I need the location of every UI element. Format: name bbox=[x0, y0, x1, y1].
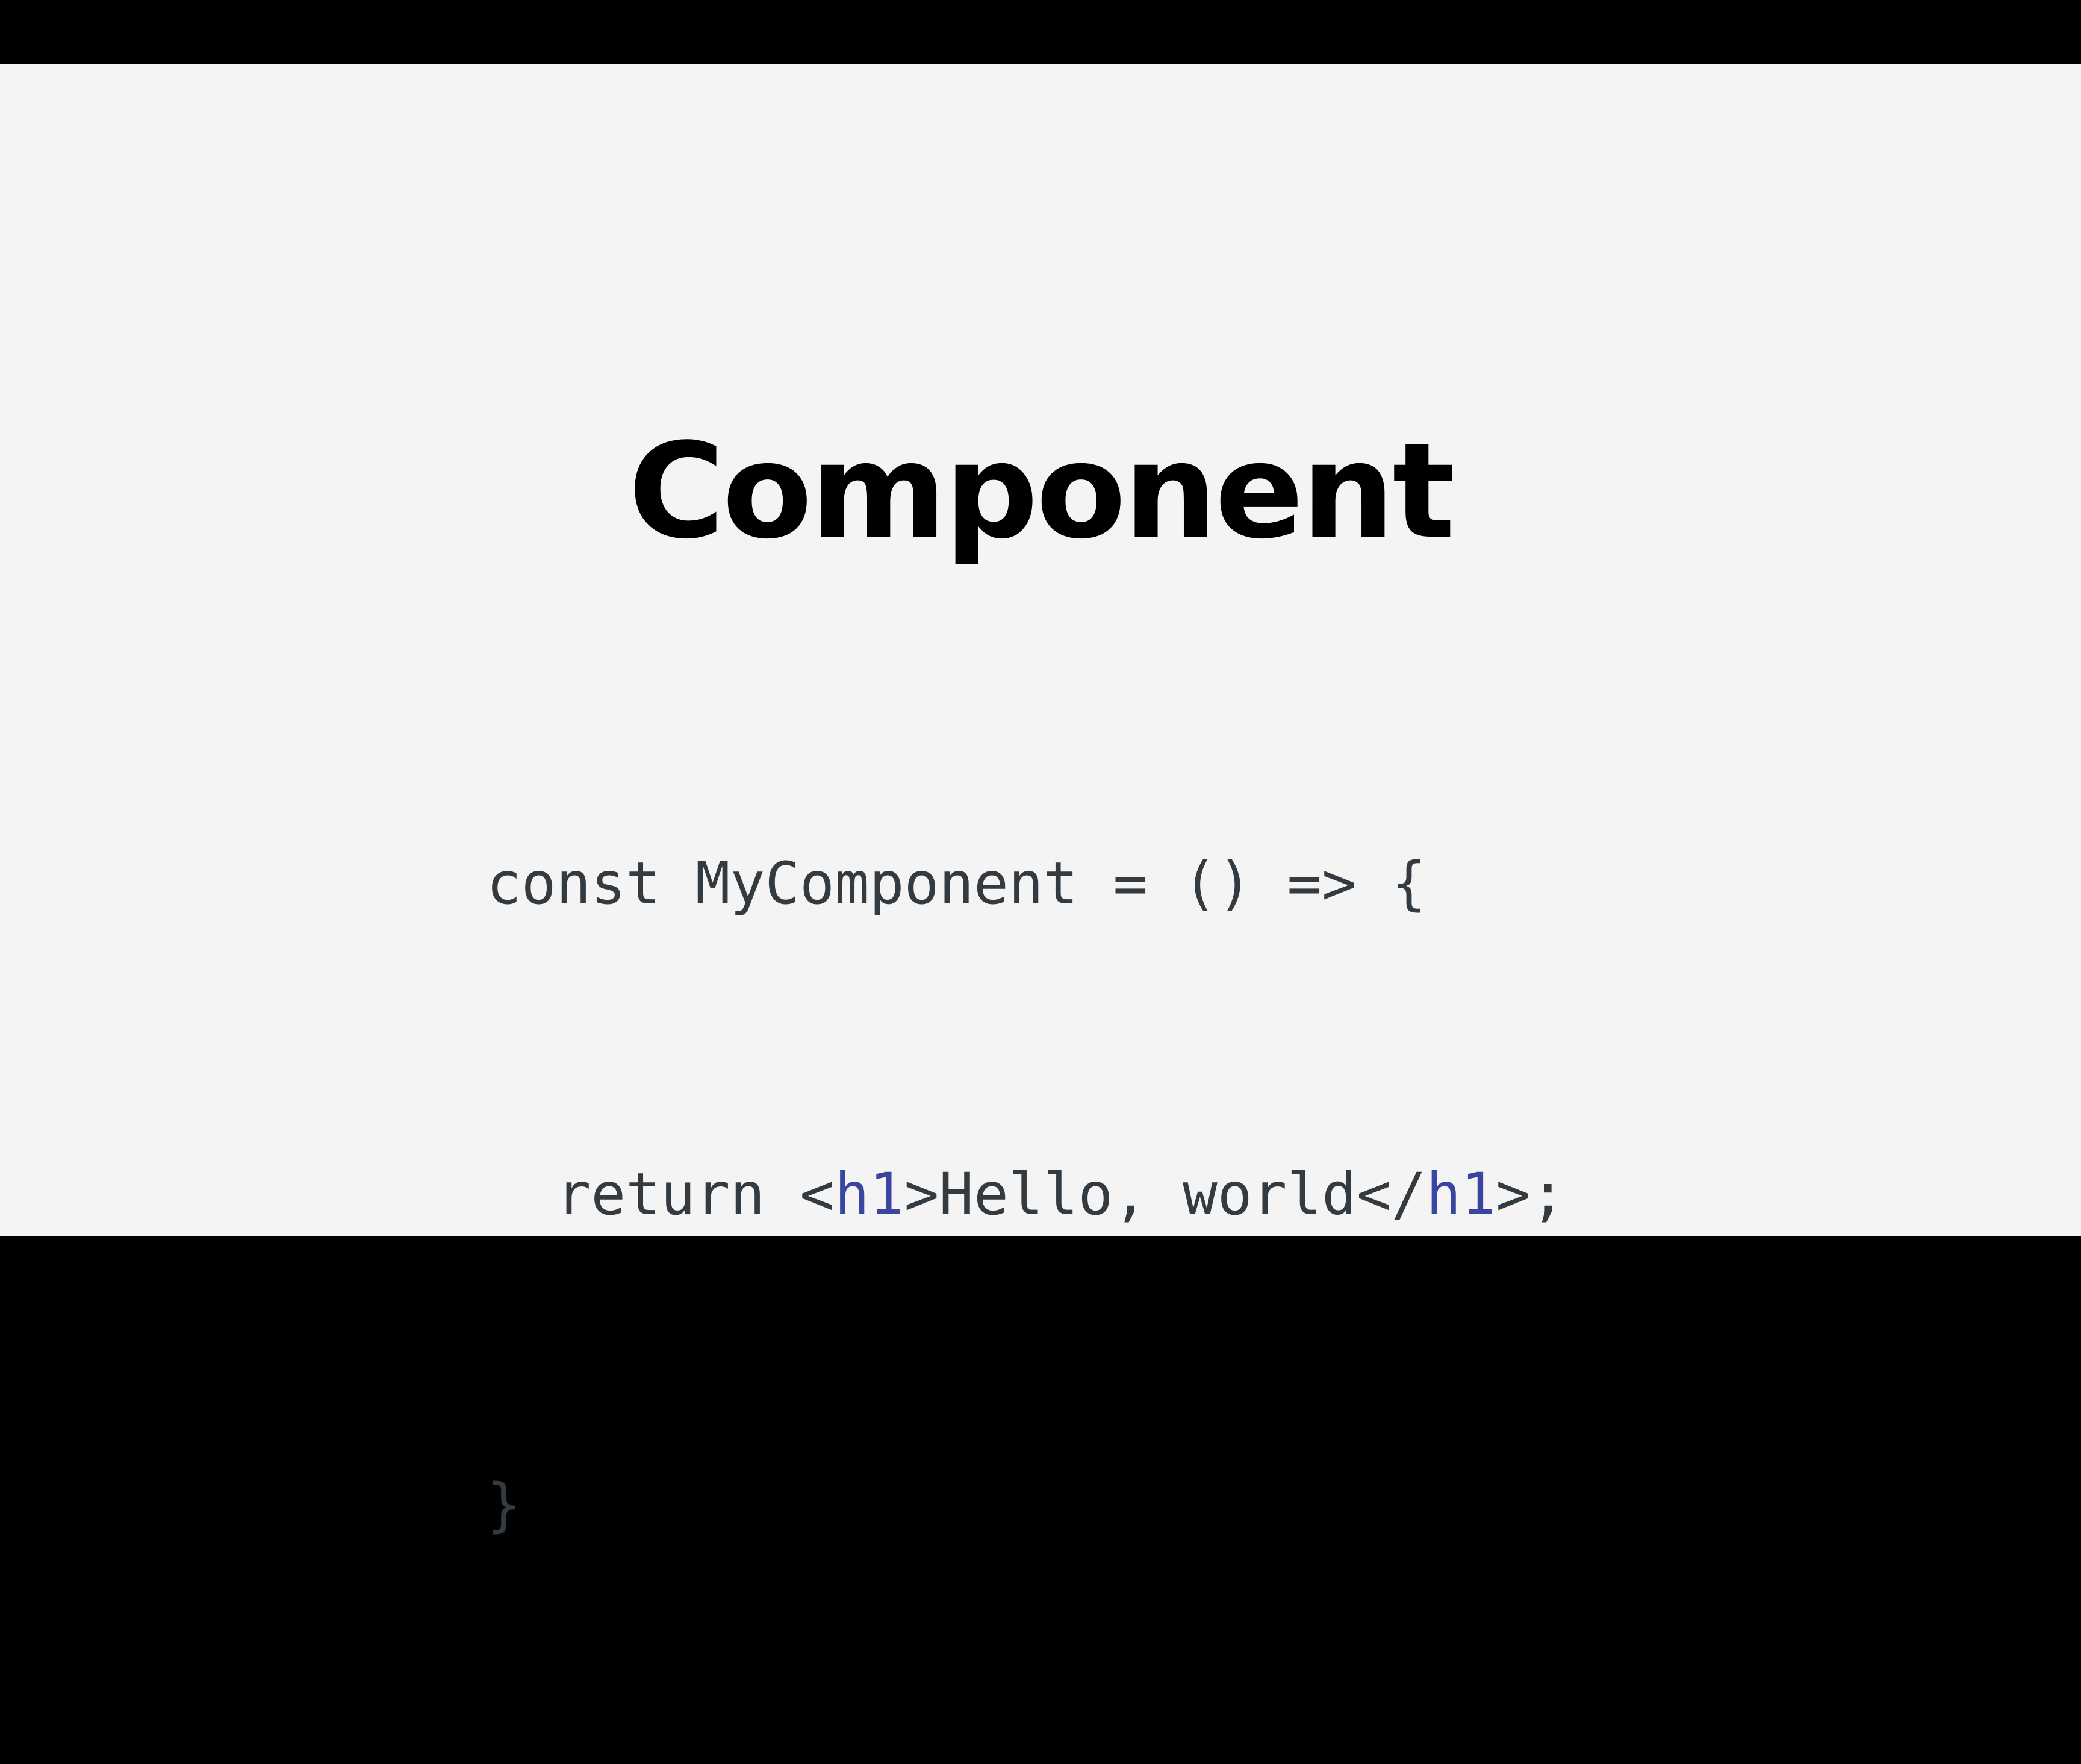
code-close-tag-name: h1 bbox=[1426, 1161, 1496, 1228]
code-line-2: return <h1>Hello, world</h1>; bbox=[487, 1142, 1566, 1246]
code-return-token: return < bbox=[556, 1161, 835, 1228]
letterbox-bottom-bar bbox=[0, 1236, 2081, 1301]
letterbox-top-bar bbox=[0, 0, 2081, 64]
code-line-1: const MyComponent = () => { bbox=[487, 850, 1426, 917]
code-line-3: } bbox=[487, 1471, 521, 1539]
code-line-end: >; bbox=[1496, 1161, 1566, 1228]
code-jsx-text: >Hello, world</ bbox=[904, 1161, 1426, 1228]
code-snippet: const MyComponent = () => { return <h1>H… bbox=[487, 625, 1566, 1764]
slide-title: Component bbox=[628, 416, 1455, 568]
code-open-tag-name: h1 bbox=[834, 1161, 904, 1228]
presentation-slide: Component const MyComponent = () => { re… bbox=[0, 64, 2081, 1539]
